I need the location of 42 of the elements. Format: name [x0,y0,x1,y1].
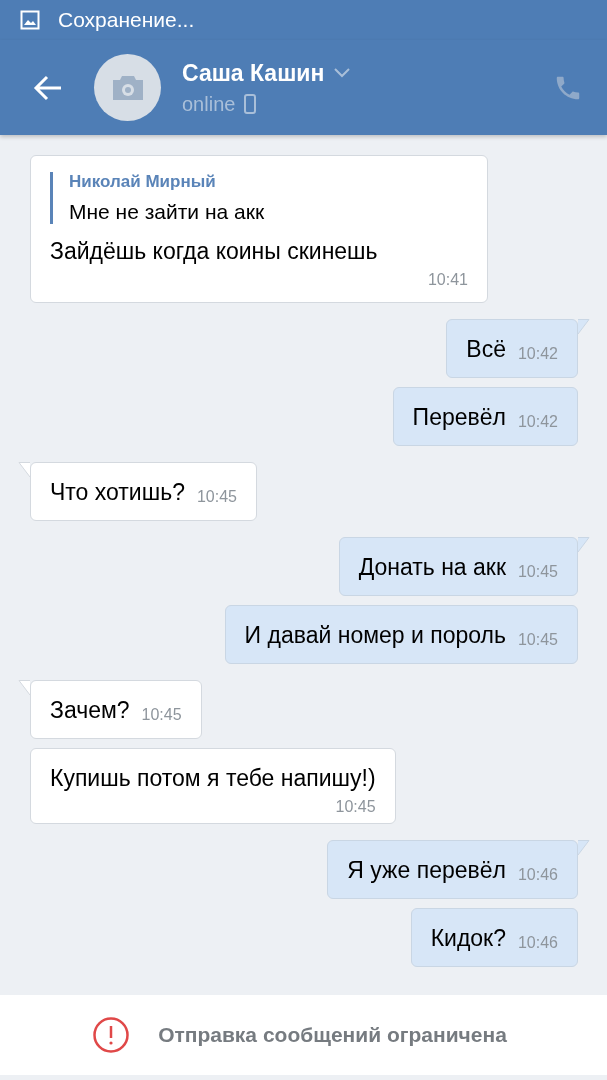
message-bubble[interactable]: Николай Мирный Мне не зайти на акк Зайдёшь когда коины скинешь 10:41 [30,155,488,303]
back-icon[interactable] [33,74,63,101]
message-bubble[interactable]: И давай номер и пороль 10:45 [224,605,578,664]
phone-icon [244,94,257,114]
message-text: Перевёл [412,404,506,430]
quoted-text: Мне не зайти на акк [69,200,266,224]
warning-icon [92,1016,131,1054]
camera-icon [110,74,145,101]
message-bubble[interactable]: Купишь потом я тебе напишу!) 10:45 [30,748,396,824]
message-time: 10:46 [517,867,558,883]
message-bubble[interactable]: Донать на акк 10:45 [338,537,578,596]
contact-name[interactable]: Саша Кашин [182,59,325,87]
message-bubble[interactable]: Кидок? 10:46 [410,908,578,967]
message-bubble[interactable]: Что хотишь? 10:45 [30,462,257,521]
quote-author: Николай Мирный [69,172,217,192]
message-time: 10:42 [517,346,558,362]
message-time: 10:45 [334,799,376,815]
notification-text: Сохранение... [58,8,195,32]
message-text: Зайдёшь когда коины скинешь [50,238,378,264]
image-icon [20,10,40,30]
message-time: 10:45 [517,632,558,648]
chevron-down-icon[interactable] [334,68,351,78]
message-bubble[interactable]: Перевёл 10:42 [392,387,578,446]
message-text: И давай номер и пороль [244,622,506,648]
message-time: 10:45 [196,489,237,505]
message-time: 10:45 [517,564,558,580]
message-time: 10:45 [141,707,182,723]
message-text: Донать на акк [358,554,506,580]
message-time: 10:41 [426,272,468,288]
message-text: Купишь потом я тебе напишу!) [50,765,376,791]
message-text: Всё [466,336,506,362]
message-bubble[interactable]: Зачем? 10:45 [30,680,202,739]
message-time: 10:46 [517,935,558,951]
message-time: 10:42 [517,414,558,430]
restriction-notice: Отправка сообщений ограничена [158,1023,507,1047]
online-status: online [182,92,236,116]
message-text: Кидок? [430,925,506,951]
message-bubble[interactable]: Всё 10:42 [446,319,578,378]
message-bubble[interactable]: Я уже перевёл 10:46 [327,840,578,899]
message-text: Зачем? [50,697,130,723]
message-text: Что хотишь? [50,479,185,505]
message-text: Я уже перевёл [347,857,506,883]
